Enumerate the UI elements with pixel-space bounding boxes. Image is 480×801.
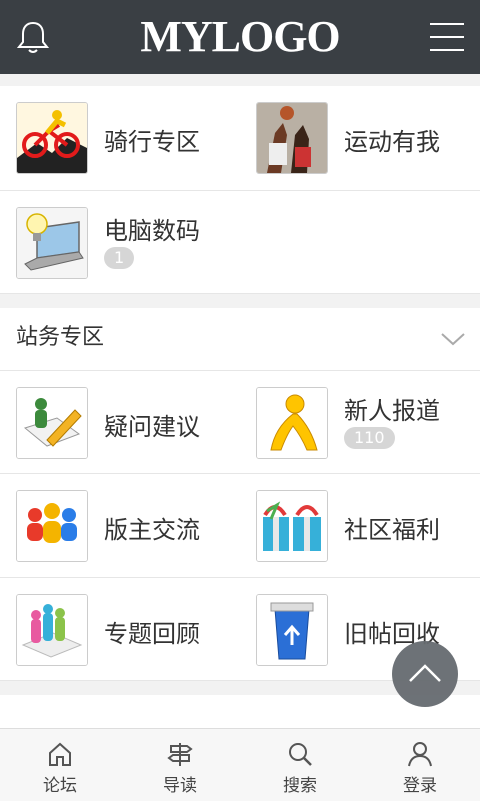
forum-label: 版主交流 [104,516,200,544]
tab-label: 搜索 [283,776,317,796]
forum-cycling[interactable]: 骑行专区 [16,102,256,174]
forum-label: 社区福利 [344,516,440,544]
forum-topics[interactable]: 专题回顾 [16,594,256,666]
tab-label: 导读 [163,776,197,796]
recycle-bin-icon [256,594,328,666]
home-icon [49,742,71,766]
post-count-badge: 1 [104,247,135,269]
forum-moderators[interactable]: 版主交流 [16,490,256,562]
divider-strip [0,294,480,308]
search-icon [289,743,312,766]
basketball-photo-icon [256,102,328,174]
tab-forum[interactable]: 论坛 [0,729,120,801]
tab-label: 论坛 [43,776,77,796]
top-bar: MYLOGO [0,0,480,74]
post-count-badge: 110 [344,427,395,449]
tab-label: 登录 [403,776,437,796]
tab-guide[interactable]: 导读 [120,729,240,801]
signpost-icon [167,743,193,766]
section-header[interactable]: 站务专区 [0,308,480,371]
forum-newcomers[interactable]: 新人报道 110 [256,387,480,459]
tab-search[interactable]: 搜索 [240,729,360,801]
forum-row: 版主交流 社区福利 [0,474,480,578]
gift-boxes-icon [256,490,328,562]
scroll-to-top-button[interactable] [392,641,458,707]
section-title: 站务专区 [16,325,105,350]
site-logo[interactable]: MYLOGO [0,14,480,60]
forum-list: 骑行专区 运动有我 电脑数码 1 站务专区 疑问建议 新人报道 110 版主交流… [0,74,480,728]
forum-feedback[interactable]: 疑问建议 [16,387,256,459]
user-icon [408,742,432,767]
forum-digital[interactable]: 电脑数码 1 [16,207,256,279]
cycling-icon [16,102,88,174]
tab-login[interactable]: 登录 [360,729,480,801]
forum-row: 骑行专区 运动有我 [0,86,480,191]
group-people-icon [16,490,88,562]
forum-label: 新人报道 [344,397,440,425]
forum-label: 专题回顾 [104,620,200,648]
divider-strip [0,74,480,86]
chevron-down-icon[interactable] [440,326,466,352]
forum-row: 电脑数码 1 [0,191,480,294]
forum-benefits[interactable]: 社区福利 [256,490,480,562]
forum-label: 运动有我 [344,128,440,156]
forum-label: 电脑数码 [104,217,200,245]
laptop-bulb-icon [16,207,88,279]
forum-row: 疑问建议 新人报道 110 [0,371,480,474]
forum-label: 骑行专区 [104,128,200,156]
people-chart-icon [16,594,88,666]
menu-icon[interactable] [428,18,466,56]
pencil-note-icon [16,387,88,459]
forum-label: 疑问建议 [104,413,200,441]
bottom-tab-bar: 论坛 导读 搜索 登录 [0,728,480,801]
aim-person-icon [256,387,328,459]
scroll-to-top-icon [409,664,441,682]
forum-sports[interactable]: 运动有我 [256,102,480,174]
